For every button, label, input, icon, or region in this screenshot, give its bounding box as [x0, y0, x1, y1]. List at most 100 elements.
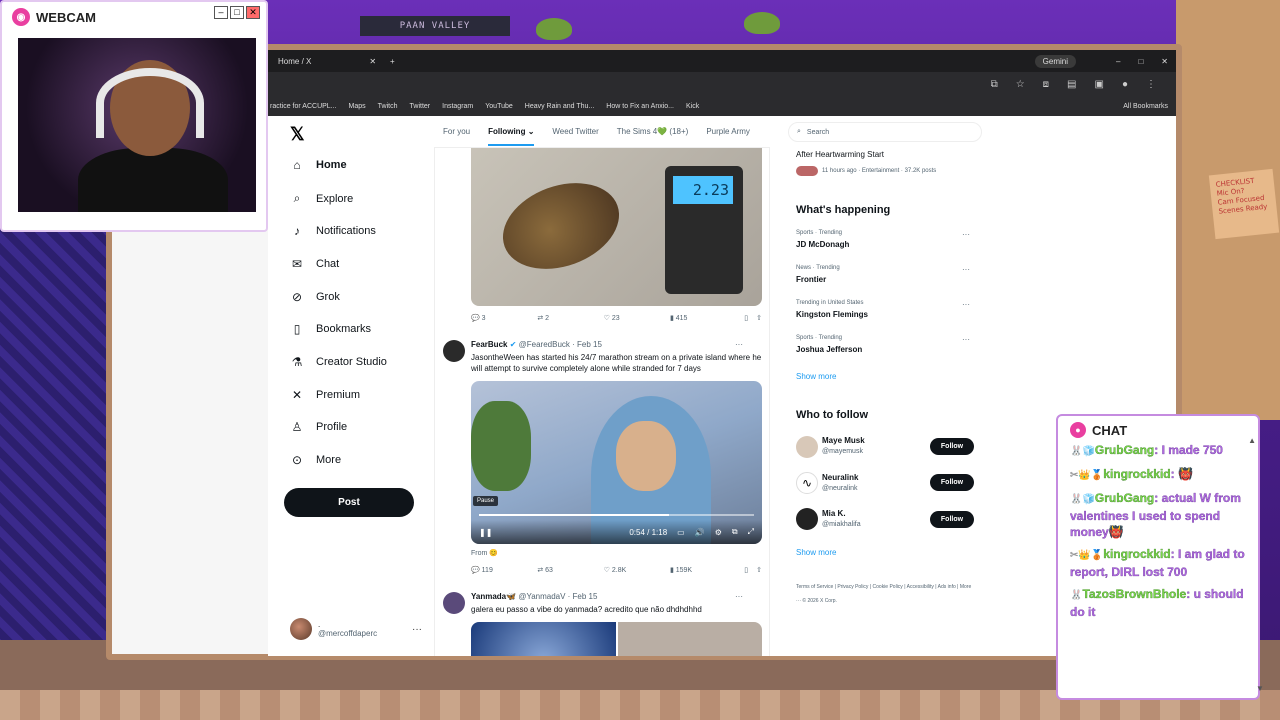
views-button[interactable]: ▮ 159K: [670, 566, 736, 574]
bookmark-item[interactable]: Maps: [349, 103, 366, 110]
repost-button[interactable]: ⇄ 2: [537, 314, 603, 322]
share-icon[interactable]: ⇧: [756, 314, 762, 322]
avatar-icon[interactable]: ●: [1122, 79, 1128, 90]
reply-button[interactable]: 💬 3: [471, 314, 537, 322]
avatar[interactable]: [443, 592, 465, 614]
tab-for-you[interactable]: For you: [443, 127, 470, 136]
avatar[interactable]: [796, 508, 818, 530]
search-input[interactable]: ⌕ Search: [788, 122, 982, 142]
captions-icon[interactable]: ▭: [677, 528, 685, 537]
extensions-icon[interactable]: ⧈: [1043, 79, 1049, 90]
pip-icon[interactable]: ⧉: [732, 527, 738, 537]
close-icon[interactable]: ✕: [369, 57, 376, 66]
trend-item[interactable]: Kingston Flemings: [796, 310, 868, 319]
pip-icon[interactable]: ▣: [1095, 79, 1104, 90]
show-more-link[interactable]: Show more: [796, 372, 836, 381]
author-handle[interactable]: @YanmadaV · Feb 15: [518, 592, 597, 601]
bookmark-item[interactable]: Twitter: [410, 103, 431, 110]
nav-item-creator-studio[interactable]: ⚗ Creator Studio: [290, 355, 387, 369]
nav-item-more[interactable]: ⊙ More: [290, 453, 341, 467]
nav-item-premium[interactable]: ✕ Premium: [290, 388, 360, 402]
bookmark-item[interactable]: Twitch: [378, 103, 398, 110]
maximize-icon[interactable]: □: [1138, 57, 1143, 66]
follow-button[interactable]: Follow: [930, 438, 974, 455]
more-dots-icon[interactable]: ···: [412, 624, 422, 635]
nav-item-home[interactable]: ⌂ Home: [290, 158, 346, 172]
author-name[interactable]: Yanmada🦋: [471, 592, 516, 601]
nav-item-explore[interactable]: ⌕ Explore: [290, 191, 354, 206]
trend-item[interactable]: JD McDonagh: [796, 240, 849, 249]
neuralink-icon[interactable]: ∿: [796, 472, 818, 494]
footer-link[interactable]: Ads info: [938, 584, 956, 590]
profile-chip[interactable]: Gemini: [1034, 54, 1076, 68]
nav-item-grok[interactable]: ⊘ Grok: [290, 290, 340, 304]
author-handle[interactable]: @FearedBuck · Feb 15: [519, 340, 602, 349]
x-logo-icon[interactable]: 𝕏: [290, 124, 305, 145]
fullscreen-icon[interactable]: ⤢: [748, 527, 754, 537]
bookmark-icon[interactable]: ▯: [744, 566, 748, 574]
bookmark-item[interactable]: YouTube: [485, 103, 513, 110]
bookmark-item[interactable]: How to Fix an Anxio...: [606, 103, 674, 110]
suggestion-name[interactable]: Neuralink: [822, 473, 858, 482]
sidebar-icon[interactable]: ▤: [1067, 79, 1076, 90]
views-button[interactable]: ▮ 415: [670, 314, 736, 322]
footer-link[interactable]: Accessibility: [907, 584, 934, 590]
post-images[interactable]: [471, 622, 762, 656]
post-image[interactable]: [617, 622, 762, 656]
more-dots-icon[interactable]: ···: [735, 340, 743, 349]
nav-item-chat[interactable]: ✉ Chat: [290, 257, 339, 271]
tab-sims[interactable]: The Sims 4💚 (18+): [617, 127, 689, 136]
suggestion-name[interactable]: Maye Musk: [822, 436, 865, 445]
footer-link[interactable]: Privacy Policy: [837, 584, 868, 590]
settings-icon[interactable]: ⚙: [715, 528, 722, 537]
bookmark-item[interactable]: Heavy Rain and Thu...: [525, 103, 595, 110]
install-icon[interactable]: ⧉: [991, 79, 998, 90]
pause-icon[interactable]: ❚❚: [479, 528, 492, 537]
follow-button[interactable]: Follow: [930, 474, 974, 491]
repost-button[interactable]: ⇄ 63: [537, 566, 603, 574]
window-close-icon[interactable]: ✕: [1161, 57, 1168, 66]
more-dots-icon[interactable]: ···: [962, 230, 970, 239]
menu-icon[interactable]: ⋮: [1146, 79, 1156, 90]
avatar[interactable]: [443, 340, 465, 362]
nav-item-notifications[interactable]: ♪ Notifications: [290, 224, 376, 238]
volume-icon[interactable]: 🔊: [695, 528, 705, 537]
share-icon[interactable]: ⇧: [756, 566, 762, 574]
nav-item-bookmarks[interactable]: ▯ Bookmarks: [290, 322, 371, 336]
video-source[interactable]: From 😊: [471, 549, 498, 557]
trend-title[interactable]: After Heartwarming Start: [796, 150, 884, 159]
show-more-link[interactable]: Show more: [796, 548, 836, 557]
more-dots-icon[interactable]: ···: [735, 592, 743, 601]
avatar[interactable]: [796, 436, 818, 458]
all-bookmarks[interactable]: All Bookmarks: [1123, 103, 1168, 110]
footer-link[interactable]: Cookie Policy: [873, 584, 903, 590]
more-dots-icon[interactable]: ···: [962, 265, 970, 274]
video-progress[interactable]: [479, 514, 754, 516]
reply-button[interactable]: 💬 119: [471, 566, 537, 574]
browser-tab-title[interactable]: Home / X: [268, 57, 321, 66]
account-switcher[interactable]: . @mercoffdaperc: [290, 618, 377, 640]
tab-following[interactable]: Following ⌄: [488, 127, 535, 146]
post-image[interactable]: [471, 622, 616, 656]
trend-item[interactable]: Joshua Jefferson: [796, 345, 862, 354]
new-tab-icon[interactable]: +: [390, 57, 395, 66]
footer-link[interactable]: Terms of Service: [796, 584, 833, 590]
tab-weed-twitter[interactable]: Weed Twitter: [552, 127, 598, 136]
post-image[interactable]: 2.23: [471, 148, 762, 306]
more-dots-icon[interactable]: ···: [962, 300, 970, 309]
bookmark-item[interactable]: Kick: [686, 103, 699, 110]
author-name[interactable]: FearBuck: [471, 340, 507, 349]
bookmark-item[interactable]: Instagram: [442, 103, 473, 110]
like-button[interactable]: ♡ 2.8K: [604, 566, 670, 574]
video-player[interactable]: Pause ❚❚ 0:54 / 1:18 ▭ 🔊 ⚙ ⧉ ⤢: [471, 381, 762, 544]
minimize-icon[interactable]: –: [1116, 57, 1120, 66]
star-icon[interactable]: ☆: [1016, 79, 1025, 90]
trend-item[interactable]: Frontier: [796, 275, 826, 284]
nav-item-profile[interactable]: ♙ Profile: [290, 420, 348, 434]
suggestion-name[interactable]: Mia K.: [822, 509, 846, 518]
like-button[interactable]: ♡ 23: [604, 314, 670, 322]
follow-button[interactable]: Follow: [930, 511, 974, 528]
bookmark-item[interactable]: ractice for ACCUPL...: [270, 103, 337, 110]
bookmark-icon[interactable]: ▯: [744, 314, 748, 322]
more-dots-icon[interactable]: ···: [962, 335, 970, 344]
